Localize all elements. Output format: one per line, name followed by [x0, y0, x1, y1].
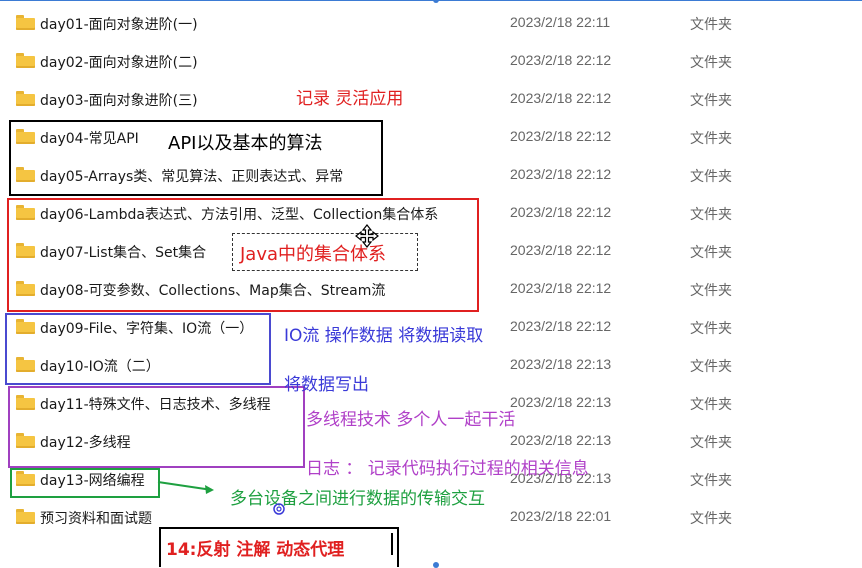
annotation-day14: 14:反射 注解 动态代理 — [166, 540, 345, 560]
file-type: 文件夹 — [690, 511, 732, 527]
annotation-threads: 多线程技术 多个人一起干活 — [306, 410, 516, 430]
folder-icon — [16, 91, 35, 106]
resize-handle-top[interactable] — [433, 0, 439, 3]
file-type: 文件夹 — [690, 435, 732, 451]
file-type: 文件夹 — [690, 321, 732, 337]
annotation-log: 日志 ： 记录代码执行过程的相关信息 — [306, 459, 589, 479]
file-type: 文件夹 — [690, 359, 732, 375]
modified-date: 2023/2/18 22:12 — [510, 204, 612, 220]
box-io-group — [5, 313, 271, 385]
annotation-io-write: 将数据写出 — [284, 375, 369, 395]
modified-date: 2023/2/18 22:13 — [510, 394, 612, 410]
spiral-mark-icon — [273, 503, 285, 515]
folder-icon — [16, 53, 35, 68]
file-type: 文件夹 — [690, 55, 732, 71]
annotation-api: API以及基本的算法 — [168, 133, 323, 154]
modified-date: 2023/2/18 22:01 — [510, 508, 612, 524]
file-type: 文件夹 — [690, 93, 732, 109]
modified-date: 2023/2/18 22:12 — [510, 128, 612, 144]
folder-icon — [16, 509, 35, 524]
annotation-network: 多台设备之间进行数据的传输交互 — [230, 489, 485, 509]
modified-date: 2023/2/18 22:12 — [510, 52, 612, 68]
move-cursor-icon — [355, 224, 379, 248]
modified-date: 2023/2/18 22:12 — [510, 242, 612, 258]
file-type: 文件夹 — [690, 169, 732, 185]
modified-date: 2023/2/18 22:12 — [510, 280, 612, 296]
file-type: 文件夹 — [690, 131, 732, 147]
modified-date: 2023/2/18 22:12 — [510, 90, 612, 106]
file-type: 文件夹 — [690, 473, 732, 489]
file-type: 文件夹 — [690, 397, 732, 413]
box-threads-group — [8, 386, 305, 468]
folder-icon — [16, 15, 35, 30]
annotation-io-read: IO流 操作数据 将数据读取 — [284, 326, 484, 346]
file-name: day03-面向对象进阶(三) — [40, 93, 198, 109]
modified-date: 2023/2/18 22:11 — [510, 14, 611, 30]
file-type: 文件夹 — [690, 17, 732, 33]
text-caret — [391, 533, 393, 555]
modified-date: 2023/2/18 22:12 — [510, 318, 612, 334]
selection-frame-top — [0, 0, 862, 1]
file-type: 文件夹 — [690, 283, 732, 299]
file-name: day02-面向对象进阶(二) — [40, 55, 198, 71]
list-item[interactable]: day03-面向对象进阶(三) 2023/2/18 22:12 文件夹 — [0, 86, 862, 112]
resize-handle-bottom[interactable] — [433, 562, 439, 568]
arrow-icon — [157, 481, 214, 494]
modified-date: 2023/2/18 22:12 — [510, 166, 612, 182]
file-type: 文件夹 — [690, 245, 732, 261]
list-item[interactable]: day01-面向对象进阶(一) 2023/2/18 22:11 文件夹 — [0, 10, 862, 36]
list-item[interactable]: day02-面向对象进阶(二) 2023/2/18 22:12 文件夹 — [0, 48, 862, 74]
file-name: day01-面向对象进阶(一) — [40, 17, 198, 33]
annotation-record: 记录 灵活应用 — [296, 89, 404, 109]
box-network-group — [10, 468, 160, 498]
modified-date: 2023/2/18 22:13 — [510, 432, 612, 448]
modified-date: 2023/2/18 22:13 — [510, 356, 612, 372]
file-name: 预习资料和面试题 — [40, 511, 152, 527]
file-type: 文件夹 — [690, 207, 732, 223]
